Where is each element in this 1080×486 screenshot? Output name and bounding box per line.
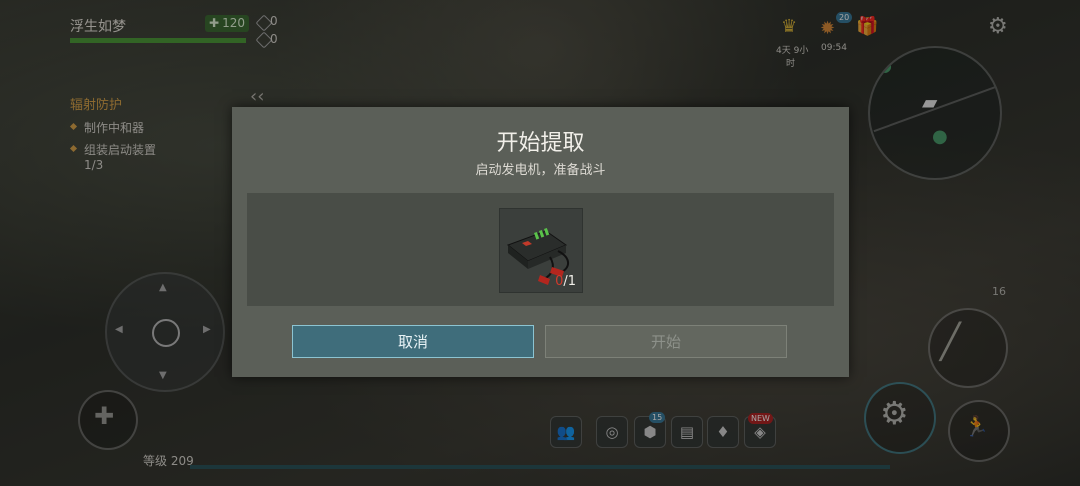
dialog-title: 开始提取 bbox=[496, 131, 585, 156]
required-items-area: 0/1 bbox=[247, 193, 834, 306]
cancel-button[interactable]: 取消 bbox=[292, 325, 534, 358]
item-need-count: /1 bbox=[563, 274, 576, 289]
dialog-subtitle: 启动发电机，准备战斗 bbox=[475, 163, 606, 178]
extraction-dialog: 开始提取 启动发电机，准备战斗 0/1 取消 开始 bbox=[232, 107, 849, 377]
item-count: 0/1 bbox=[555, 274, 576, 289]
start-button[interactable]: 开始 bbox=[545, 325, 787, 358]
item-slot[interactable]: 0/1 bbox=[499, 208, 583, 293]
